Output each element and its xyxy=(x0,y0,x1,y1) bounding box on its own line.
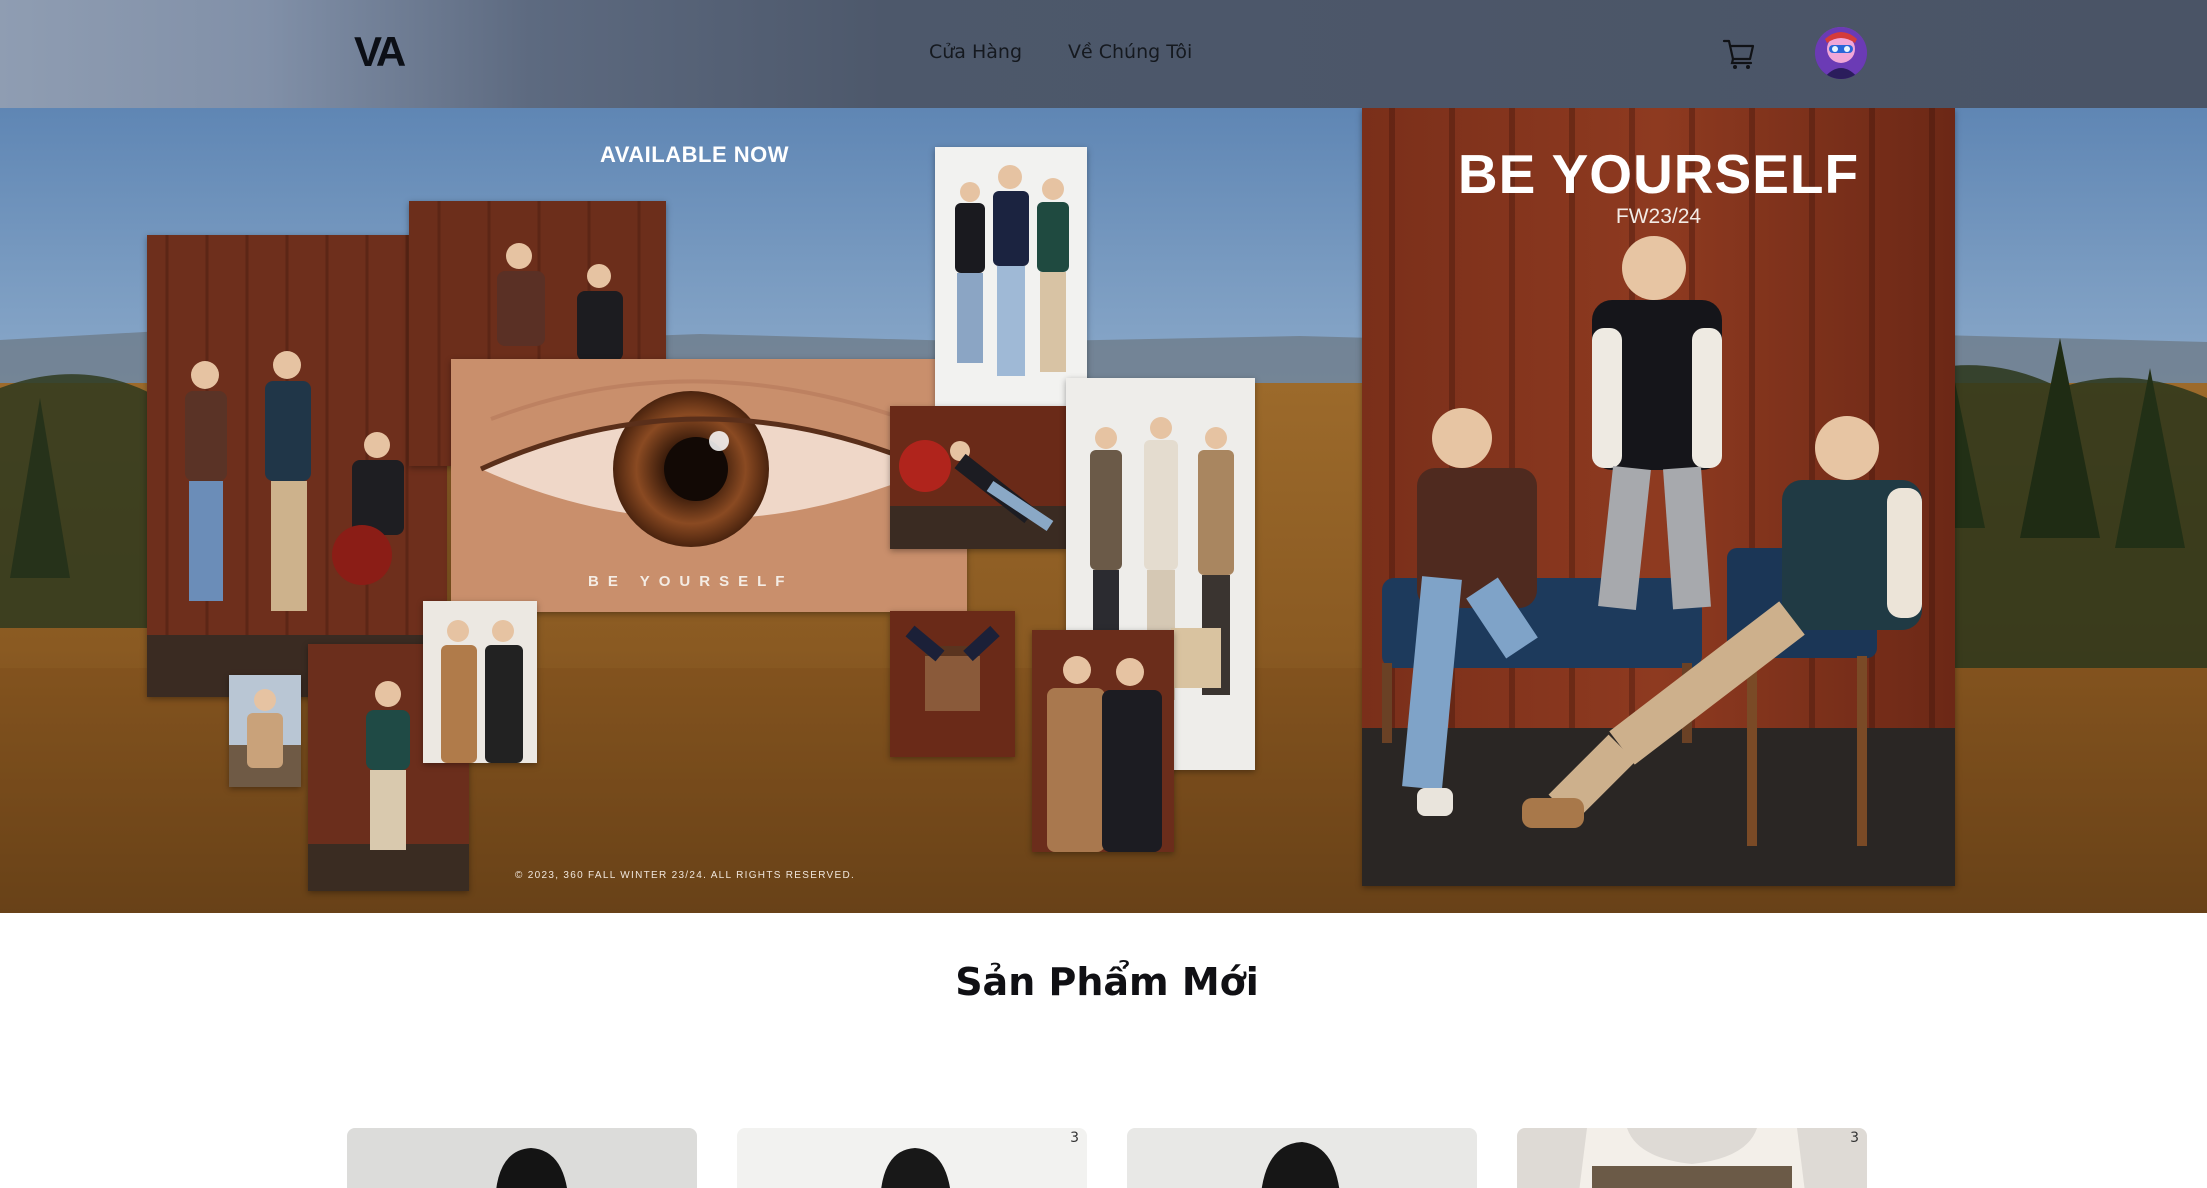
lookbook-photo-lounge xyxy=(890,406,1067,549)
lookbook-photo-small-1 xyxy=(229,675,301,787)
brand-logo[interactable]: VA xyxy=(354,30,406,74)
product-card[interactable]: 3 xyxy=(737,1128,1087,1188)
available-now-text: AVAILABLE NOW xyxy=(600,142,789,167)
lookbook-photo-group xyxy=(147,235,447,697)
hero-banner[interactable]: AVAILABLE NOW BE YOURSELF © 2023, 360 FA… xyxy=(0,108,2207,913)
new-products-title: Sản Phẩm Mới xyxy=(955,960,1259,1004)
product-image xyxy=(1261,1142,1340,1188)
product-image xyxy=(1579,1128,1805,1188)
shopping-cart-icon[interactable] xyxy=(1720,34,1758,72)
season-label: FW23/24 xyxy=(1615,205,1702,228)
be-yourself-headline: BE YOURSELF xyxy=(1457,143,1860,205)
eye-caption-text: BE YOURSELF xyxy=(588,573,794,590)
lookbook-photo-studio xyxy=(935,147,1087,406)
product-card[interactable] xyxy=(1127,1128,1477,1188)
user-avatar[interactable] xyxy=(1815,27,1867,79)
nav-link-store[interactable]: Cửa Hàng xyxy=(929,40,1022,64)
top-navbar: VA Cửa Hàng Về Chúng Tôi xyxy=(0,0,2207,108)
product-card[interactable] xyxy=(347,1128,697,1188)
lookbook-photo-bag xyxy=(890,611,1015,757)
lookbook-photo-small-3 xyxy=(423,601,537,763)
lookbook-photo-duo xyxy=(1032,630,1174,852)
product-image xyxy=(881,1148,951,1188)
nav-link-about-us[interactable]: Về Chúng Tôi xyxy=(1068,40,1192,64)
product-image xyxy=(496,1148,567,1188)
product-badge: 3 xyxy=(1850,1130,1859,1146)
product-badge: 3 xyxy=(1070,1130,1079,1146)
copyright-text: © 2023, 360 FALL WINTER 23/24. ALL RIGHT… xyxy=(515,870,856,881)
product-card[interactable]: 3 xyxy=(1517,1128,1867,1188)
